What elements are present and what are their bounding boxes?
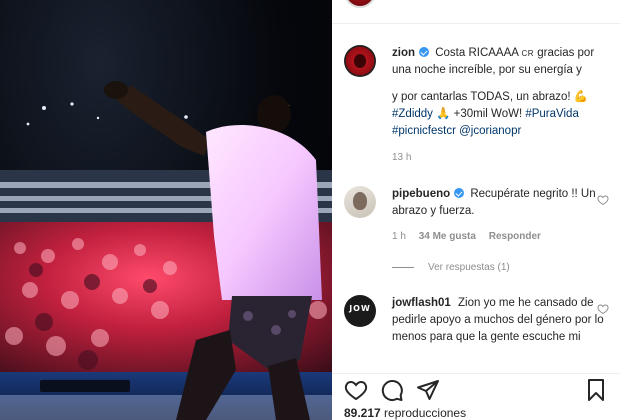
post-caption: zion Costa RICAAAA CR gracias por una no… — [392, 45, 610, 140]
view-replies-button[interactable]: Ver respuestas (1) — [392, 262, 510, 273]
share-icon[interactable] — [416, 378, 440, 402]
cr-flag-emoji: CR — [521, 49, 535, 58]
post-actions-bar — [332, 376, 620, 404]
views-number: 89.217 — [344, 406, 381, 420]
header-divider — [332, 23, 620, 24]
hashtag-picnicfestcr[interactable]: #picnicfestcr — [392, 125, 456, 137]
post-details-panel: zion Costa RICAAAA CR gracias por una no… — [332, 0, 620, 420]
jow-logo-text: JOW — [349, 304, 371, 313]
comment-username[interactable]: jowflash01 — [392, 297, 451, 309]
reply-button[interactable]: Responder — [489, 231, 541, 242]
hashtag-puravida[interactable]: #PuraVida — [525, 108, 579, 120]
prayer-hands-emoji: 🙏 — [436, 108, 451, 120]
concert-photo — [0, 81, 332, 420]
bookmark-icon[interactable] — [584, 378, 608, 402]
comment-likes[interactable]: 34 Me gusta — [419, 231, 476, 242]
comment-icon[interactable] — [380, 378, 404, 402]
caption-text-c: y por cantarlas TODAS, un abrazo! — [392, 91, 571, 103]
pipebueno-avatar[interactable] — [344, 186, 376, 218]
comment-like-heart-icon[interactable] — [597, 194, 609, 206]
replies-line — [392, 267, 414, 268]
comment-pipebueno: pipebueno Recupérate negrito !! Un abraz… — [392, 186, 610, 220]
views-label: reproducciones — [384, 406, 467, 420]
post-media-image[interactable] — [0, 0, 332, 420]
comment-jowflash01: jowflash01 Zion yo me he cansado de pedi… — [392, 295, 610, 346]
hashtag-zdiddy[interactable]: #Zdiddy — [392, 108, 433, 120]
bicep-emoji: 💪 — [573, 91, 589, 103]
actions-divider — [332, 373, 620, 374]
verified-badge-icon — [419, 47, 429, 57]
zion-avatar[interactable] — [344, 45, 376, 77]
heart-icon[interactable] — [344, 378, 368, 402]
comment-time: 1 h — [392, 231, 406, 242]
caption-time-text: 13 h — [392, 152, 412, 163]
caption-time: 13 h — [392, 152, 421, 163]
comment-meta: 1 h 34 Me gusta Responder — [392, 231, 551, 242]
view-replies-label: Ver respuestas (1) — [428, 262, 510, 273]
caption-text-a: Costa RICAAAA — [435, 47, 519, 59]
verified-badge-icon — [454, 188, 465, 198]
views-count[interactable]: 89.217 reproducciones — [344, 406, 466, 420]
caption-username[interactable]: zion — [392, 47, 415, 59]
comment-like-heart-icon[interactable] — [597, 303, 609, 315]
comments-fade — [332, 355, 620, 373]
caption-count: +30mil WoW! — [453, 108, 523, 120]
header-avatar[interactable] — [344, 0, 376, 8]
jowflash01-avatar[interactable]: JOW — [344, 295, 376, 327]
mention-jcorianopr[interactable]: @jcorianopr — [459, 125, 521, 137]
comment-username[interactable]: pipebueno — [392, 188, 450, 200]
